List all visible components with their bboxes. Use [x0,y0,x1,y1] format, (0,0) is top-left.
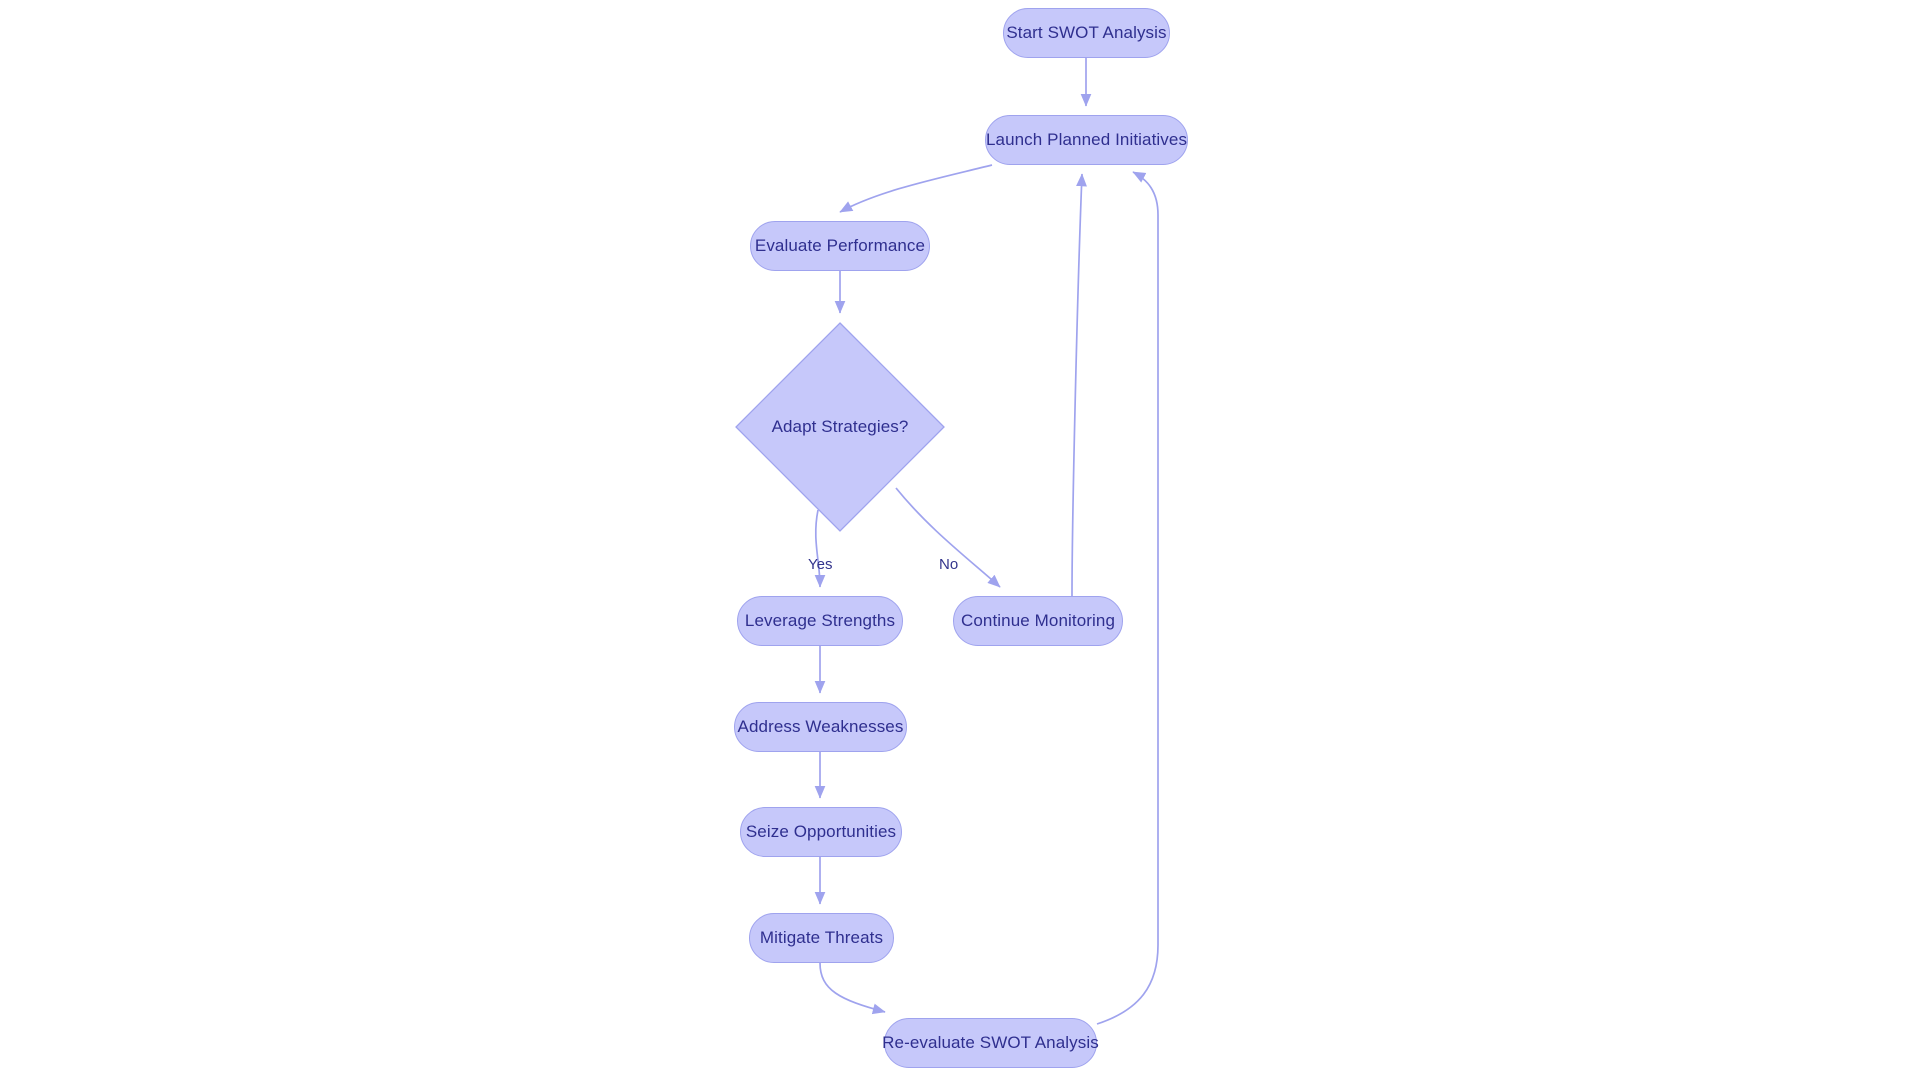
node-label: Continue Monitoring [960,611,1116,630]
node-start-swot-analysis[interactable]: Start SWOT Analysis [1003,8,1170,58]
edge-launch-to-evaluate [839,164,993,213]
node-launch-planned-initiatives[interactable]: Launch Planned Initiatives [985,115,1188,165]
node-address-weaknesses[interactable]: Address Weaknesses [734,702,907,752]
node-adapt-strategies-decision[interactable]: Adapt Strategies? [735,322,945,532]
edge-monitoring-to-launch [1071,173,1087,597]
node-continue-monitoring[interactable]: Continue Monitoring [953,596,1123,646]
diamond-shape-icon [735,322,945,532]
node-label: Address Weaknesses [737,717,904,736]
node-label: Leverage Strengths [744,611,896,630]
node-label: Mitigate Threats [759,928,884,947]
node-seize-opportunities[interactable]: Seize Opportunities [740,807,902,857]
node-mitigate-threats[interactable]: Mitigate Threats [749,913,894,963]
node-label: Seize Opportunities [745,822,897,841]
node-label: Start SWOT Analysis [1006,23,1167,42]
flowchart-diagram: Start SWOT Analysis Launch Planned Initi… [0,0,1920,1080]
edge-label-yes: Yes [808,556,833,573]
node-evaluate-performance[interactable]: Evaluate Performance [750,221,930,271]
edge-layer [814,58,1159,1025]
node-label: Evaluate Performance [754,236,926,255]
node-re-evaluate-swot-analysis[interactable]: Re-evaluate SWOT Analysis [882,1018,1099,1068]
node-label: Launch Planned Initiatives [985,130,1188,149]
edge-threats-to-reevaluate [819,962,886,1015]
edge-label-no: No [939,556,959,573]
node-leverage-strengths[interactable]: Leverage Strengths [737,596,903,646]
node-label: Re-evaluate SWOT Analysis [882,1033,1099,1052]
